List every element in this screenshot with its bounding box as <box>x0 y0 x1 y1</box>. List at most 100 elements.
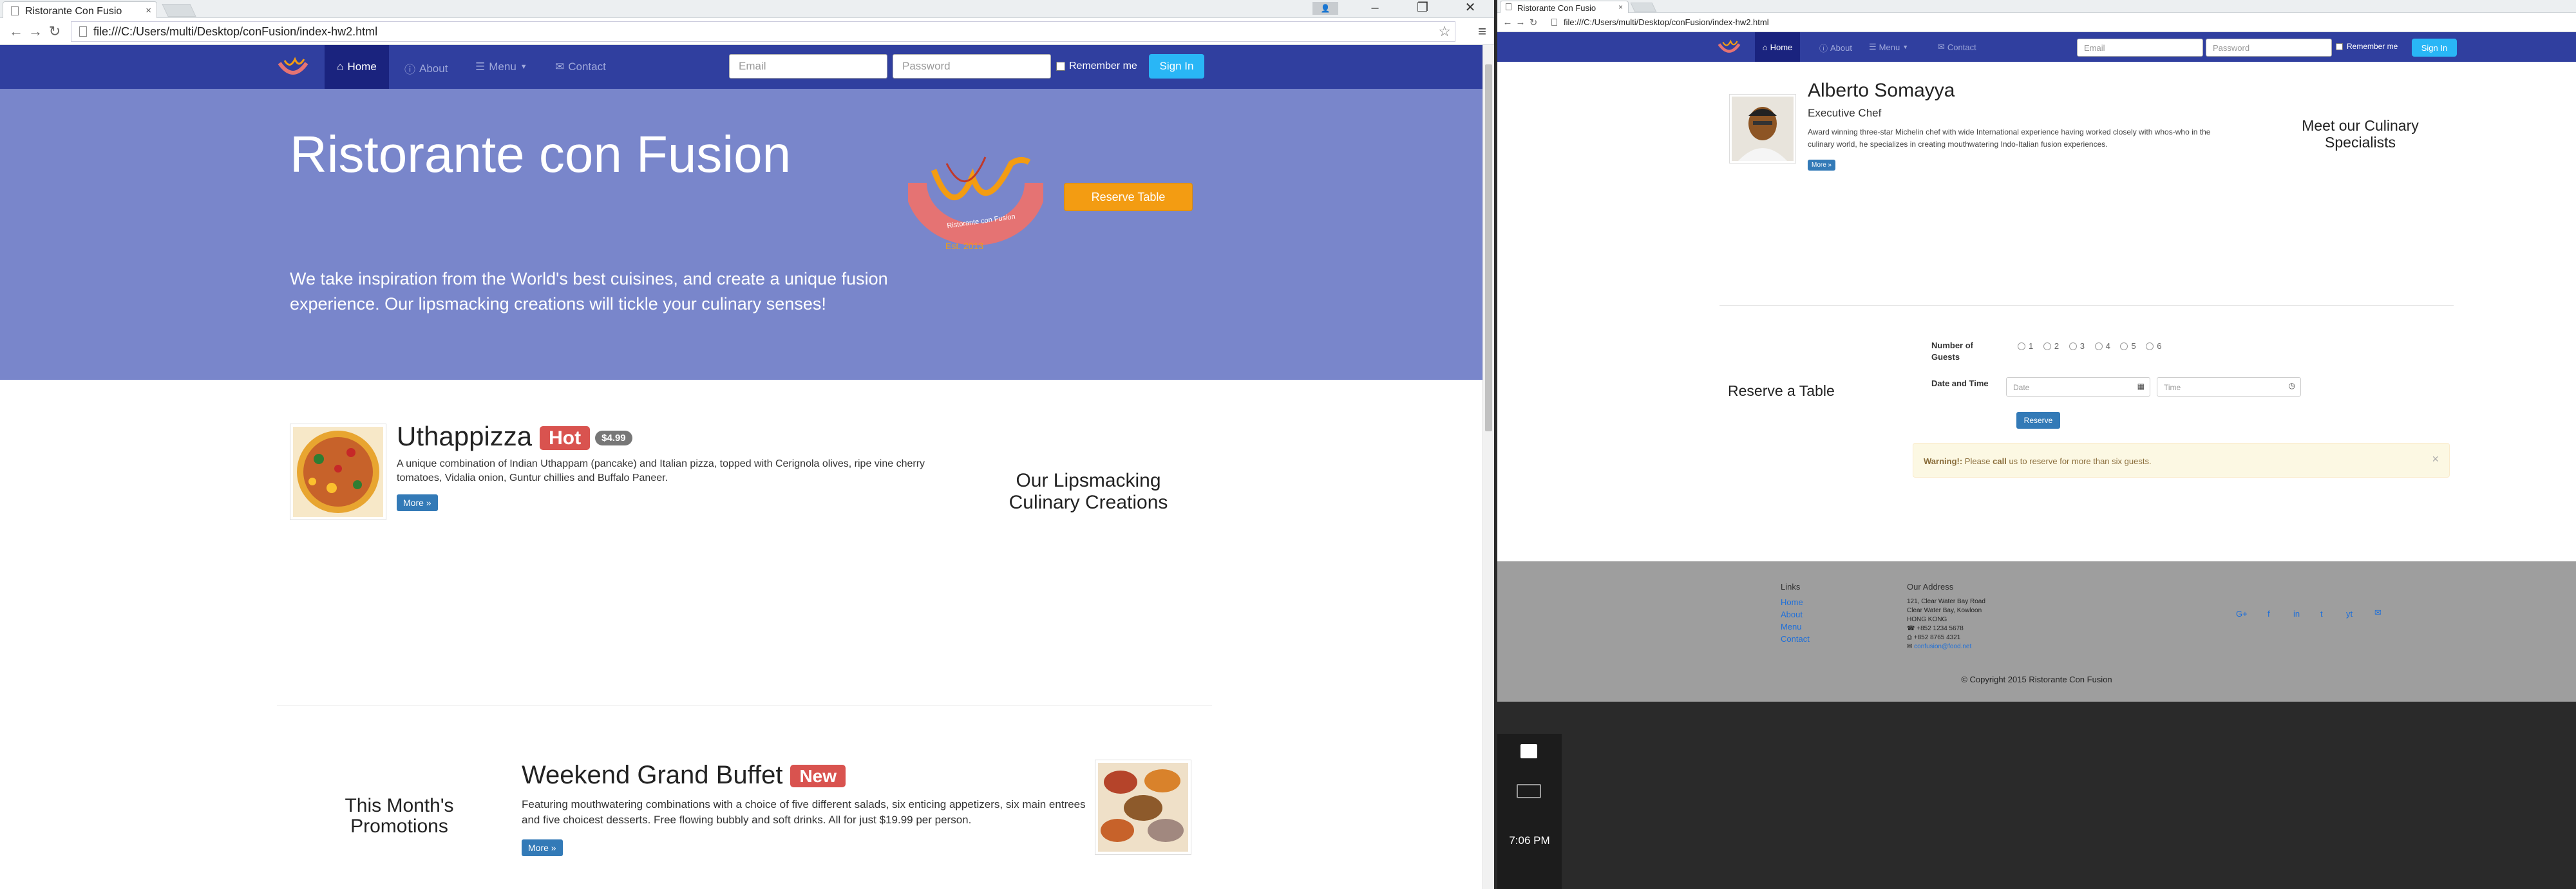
guest-radio-6[interactable]: 6 <box>2146 341 2162 351</box>
url-field[interactable]: file:///C:/Users/multi/Desktop/conFusion… <box>71 21 1455 42</box>
nav-about[interactable]: ⓘ About <box>404 61 448 77</box>
left-browser-window: Ristorante Con Fusio × 👤 – ❐ ✕ ← → ↻ file… <box>0 0 1494 889</box>
right-browser-window: Ristorante Con Fusio × ← → ↻ file:///C:/U… <box>1497 0 2576 702</box>
reserve-button[interactable]: Reserve <box>2016 412 2060 429</box>
guest-radio-4[interactable]: 4 <box>2094 341 2110 351</box>
scrollbar-thumb[interactable] <box>1485 64 1492 431</box>
close-alert-icon[interactable]: × <box>2432 453 2439 466</box>
reload-icon[interactable]: ↻ <box>1527 17 1540 28</box>
tab-strip: Ristorante Con Fusio × <box>1497 0 2576 13</box>
footer-link-about[interactable]: About <box>1781 608 1810 621</box>
forward-icon[interactable]: → <box>26 23 45 40</box>
nav-contact[interactable]: ✉ Contact <box>1938 42 1976 52</box>
chef-more-button[interactable]: More » <box>1808 160 1836 171</box>
browser-tab[interactable]: Ristorante Con Fusio × <box>1500 1 1629 13</box>
nav-contact[interactable]: ✉ Contact <box>555 61 606 73</box>
footer-link-contact[interactable]: Contact <box>1781 633 1810 645</box>
address-line: Clear Water Bay, Kowloon <box>1907 607 1982 614</box>
back-icon[interactable]: ← <box>1501 17 1514 28</box>
guest-radio-2[interactable]: 2 <box>2043 341 2059 351</box>
remember-label: Remember me <box>2347 42 2398 51</box>
nav-contact-label: Contact <box>1947 42 1976 52</box>
clock[interactable]: 7:06 PM <box>1497 834 1562 847</box>
back-icon[interactable]: ← <box>6 23 26 40</box>
brand-logo[interactable] <box>276 54 310 80</box>
bookmark-star-icon[interactable]: ☆ <box>1438 23 1451 40</box>
promo-image <box>1095 760 1191 855</box>
url-field[interactable]: file:///C:/Users/multi/Desktop/conFusion… <box>1544 15 2570 29</box>
nav-menu[interactable]: ☰ Menu ▼ <box>475 61 527 73</box>
email-input[interactable]: Email <box>729 54 887 79</box>
restore-icon[interactable]: ❐ <box>1399 0 1446 17</box>
close-tab-icon[interactable]: × <box>1618 3 1623 12</box>
browser-tab[interactable]: Ristorante Con Fusio × <box>3 1 157 18</box>
promo-description: Featuring mouthwatering combinations wit… <box>522 798 1086 826</box>
dish-section-heading: Our Lipsmacking Culinary Creations <box>1009 470 1168 513</box>
nav-about[interactable]: ⓘ About <box>1819 42 1852 54</box>
tab-strip: Ristorante Con Fusio × 👤 – ❐ ✕ <box>0 0 1494 18</box>
nav-home[interactable]: ⌂ Home <box>1755 32 1800 62</box>
info-icon: ⓘ <box>404 64 415 76</box>
checkbox-box[interactable] <box>1056 62 1065 71</box>
calendar-icon[interactable]: ▦ <box>2137 382 2145 391</box>
nav-home-label: Home <box>1770 42 1793 52</box>
nav-home[interactable]: ⌂ Home <box>325 45 389 89</box>
clock-icon[interactable]: ◷ <box>2289 381 2295 390</box>
password-input[interactable]: Password <box>893 54 1051 79</box>
twitter-icon[interactable]: t <box>2320 609 2323 619</box>
close-window-icon[interactable]: ✕ <box>1446 0 1494 17</box>
google-plus-icon[interactable]: G+ <box>2236 609 2248 619</box>
time-placeholder: Time <box>2164 383 2181 392</box>
time-input[interactable]: Time ◷ <box>2157 377 2301 397</box>
envelope-icon: ✉ <box>555 61 565 73</box>
reload-icon[interactable]: ↻ <box>45 23 64 40</box>
browser-menu-icon[interactable]: ≡ <box>1478 23 1486 40</box>
remember-me-checkbox[interactable]: Remember me <box>1056 61 1137 72</box>
close-tab-icon[interactable]: × <box>146 5 151 16</box>
section-divider <box>1719 305 2454 306</box>
date-input[interactable]: Date ▦ <box>2006 377 2150 397</box>
password-input[interactable]: Password <box>2206 39 2332 57</box>
checkbox-box[interactable] <box>2336 42 2343 50</box>
fax-number: +852 8765 4321 <box>1913 634 1961 641</box>
sign-in-button[interactable]: Sign In <box>2412 39 2457 57</box>
reserve-table-button[interactable]: Reserve Table <box>1064 183 1193 211</box>
page-scrollbar[interactable] <box>1482 45 1494 889</box>
page-viewport: ⌂ Home ⓘ About ☰ Menu ▼ ✉ Contact Email Passw… <box>0 45 1482 889</box>
guest-radio-3[interactable]: 3 <box>2069 341 2085 351</box>
taskbar-tray: 7:06 PM <box>1497 734 1562 889</box>
forward-icon[interactable]: → <box>1514 17 1527 28</box>
radio-label: 2 <box>2054 341 2060 351</box>
youtube-icon[interactable]: yt <box>2346 609 2353 619</box>
action-center-icon[interactable] <box>1520 744 1537 758</box>
guest-radio-1[interactable]: 1 <box>2018 341 2033 351</box>
mail-icon[interactable]: ✉ <box>2374 608 2382 618</box>
footer-email-link[interactable]: confusion@food.net <box>1914 643 1971 650</box>
remember-me-checkbox[interactable]: Remember me <box>2336 42 2398 51</box>
guest-radio-5[interactable]: 5 <box>2120 341 2136 351</box>
new-tab-button[interactable] <box>1630 3 1657 12</box>
address-bar: ← → ↻ file:///C:/Users/multi/Desktop/con… <box>1497 13 2576 32</box>
minimize-icon[interactable]: – <box>1351 0 1399 17</box>
dish-more-button[interactable]: More » <box>397 494 438 511</box>
window-controls: 👤 – ❐ ✕ <box>1300 0 1494 17</box>
email-input[interactable]: Email <box>2077 39 2203 57</box>
profile-icon[interactable]: 👤 <box>1312 2 1338 15</box>
keyboard-icon[interactable] <box>1517 784 1541 798</box>
footer-links: Home About Menu Contact <box>1781 596 1810 645</box>
footer-link-home[interactable]: Home <box>1781 596 1810 608</box>
brand-logo[interactable] <box>1716 37 1742 57</box>
facebook-icon[interactable]: f <box>2268 609 2270 619</box>
nav-menu-label: Menu <box>489 61 516 73</box>
sign-in-button[interactable]: Sign In <box>1149 54 1204 79</box>
promo-more-button[interactable]: More » <box>522 839 563 856</box>
footer-link-menu[interactable]: Menu <box>1781 621 1810 633</box>
dish-description: A unique combination of Indian Uthappam … <box>397 458 925 483</box>
url-text: file:///C:/Users/multi/Desktop/conFusion… <box>93 24 378 38</box>
page-icon <box>1551 18 1557 26</box>
home-icon: ⌂ <box>1762 42 1768 52</box>
new-tab-button[interactable] <box>162 4 196 17</box>
linkedin-icon[interactable]: in <box>2293 609 2300 619</box>
promo-section-heading: This Month's Promotions <box>345 795 454 837</box>
nav-menu[interactable]: ☰ Menu ▼ <box>1869 42 1908 52</box>
